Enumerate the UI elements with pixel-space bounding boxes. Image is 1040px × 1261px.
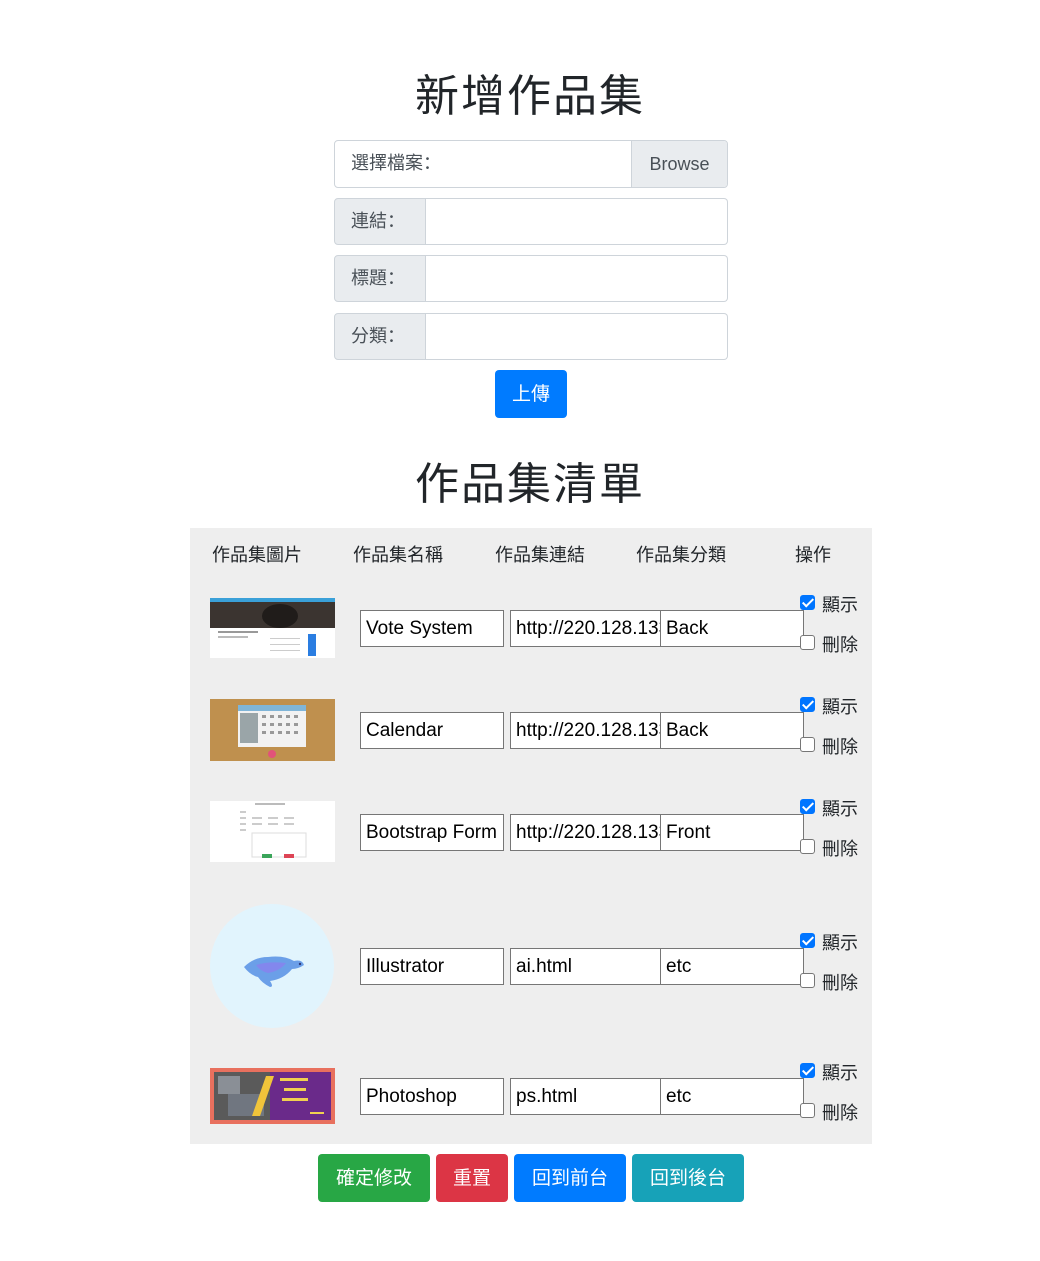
link-input[interactable]: http://220.128.133.1: [510, 814, 661, 851]
name-input[interactable]: Illustrator: [360, 948, 504, 985]
show-checkbox[interactable]: [800, 933, 815, 948]
back-to-front-button[interactable]: 回到前台: [514, 1154, 626, 1202]
delete-checkbox[interactable]: [800, 839, 815, 854]
category-input[interactable]: Back: [660, 712, 804, 749]
show-label: 顯示: [822, 595, 858, 616]
link-input[interactable]: http://220.128.133.1: [510, 712, 661, 749]
category-input[interactable]: etc: [660, 948, 804, 985]
delete-label: 刪除: [822, 635, 858, 656]
delete-checkbox[interactable]: [800, 635, 815, 650]
show-checkbox[interactable]: [800, 1063, 815, 1078]
thumbnail-illustrator: [210, 903, 335, 1029]
browse-button[interactable]: Browse: [631, 141, 727, 187]
back-to-admin-button[interactable]: 回到後台: [632, 1154, 744, 1202]
title-input[interactable]: [426, 255, 728, 302]
file-label: 選擇檔案：: [351, 153, 441, 174]
show-label: 顯示: [822, 697, 858, 718]
delete-label: 刪除: [822, 737, 858, 758]
link-input[interactable]: ai.html: [510, 948, 661, 985]
thumbnail-vote-system: [210, 598, 335, 658]
category-input[interactable]: etc: [660, 1078, 804, 1115]
name-input[interactable]: Photoshop: [360, 1078, 504, 1115]
name-input[interactable]: Vote System: [360, 610, 504, 647]
thumbnail-photoshop: [210, 1068, 335, 1124]
category-input[interactable]: Back: [660, 610, 804, 647]
thumbnail-calendar: [210, 699, 335, 761]
show-label: 顯示: [822, 1063, 858, 1084]
header-image: 作品集圖片: [212, 545, 302, 566]
link-input-group: 連結：: [334, 198, 728, 245]
file-picker[interactable]: 選擇檔案： Browse: [334, 140, 728, 188]
category-input[interactable]: Front: [660, 814, 804, 851]
show-checkbox[interactable]: [800, 799, 815, 814]
show-checkbox[interactable]: [800, 595, 815, 610]
header-category: 作品集分類: [636, 545, 726, 566]
link-input[interactable]: ps.html: [510, 1078, 661, 1115]
name-input[interactable]: Bootstrap Form: [360, 814, 504, 851]
reset-button[interactable]: 重置: [436, 1154, 508, 1202]
show-label: 顯示: [822, 799, 858, 820]
confirm-button[interactable]: 確定修改: [318, 1154, 430, 1202]
delete-checkbox[interactable]: [800, 737, 815, 752]
delete-label: 刪除: [822, 839, 858, 860]
show-checkbox[interactable]: [800, 697, 815, 712]
title-label: 標題：: [334, 255, 426, 302]
header-actions: 操作: [795, 545, 831, 566]
header-link: 作品集連結: [495, 545, 585, 566]
category-label: 分類：: [334, 313, 426, 360]
link-input[interactable]: http://220.128.133.1: [510, 610, 661, 647]
delete-label: 刪除: [822, 1103, 858, 1124]
upload-button[interactable]: 上傳: [495, 370, 567, 418]
upload-title: 新增作品集: [415, 71, 645, 122]
link-input[interactable]: [426, 198, 728, 245]
delete-label: 刪除: [822, 973, 858, 994]
show-label: 顯示: [822, 933, 858, 954]
list-title: 作品集清單: [415, 459, 645, 510]
link-label: 連結：: [334, 198, 426, 245]
thumbnail-bootstrap-form: [210, 801, 335, 862]
name-input[interactable]: Calendar: [360, 712, 504, 749]
category-input-group: 分類：: [334, 313, 728, 360]
title-input-group: 標題：: [334, 255, 728, 302]
header-name: 作品集名稱: [353, 545, 443, 566]
delete-checkbox[interactable]: [800, 1103, 815, 1118]
category-input[interactable]: [426, 313, 728, 360]
delete-checkbox[interactable]: [800, 973, 815, 988]
